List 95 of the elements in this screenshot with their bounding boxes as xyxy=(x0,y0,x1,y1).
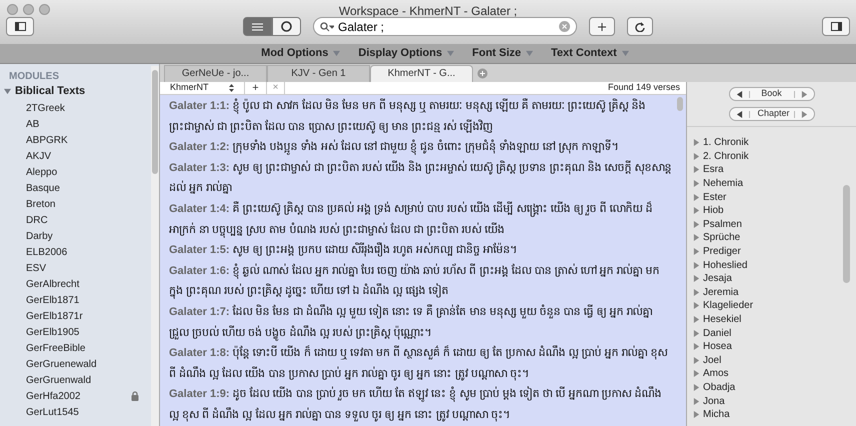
module-item[interactable]: ABPGRK xyxy=(26,132,68,148)
book-item[interactable]: 1. Chronik xyxy=(693,136,843,150)
window-control-icon[interactable] xyxy=(39,4,50,15)
previous-icon xyxy=(736,110,742,118)
module-item[interactable]: AB xyxy=(26,116,40,132)
module-item[interactable]: GerLut1545 xyxy=(26,404,79,420)
dropdown-icon xyxy=(333,50,340,57)
window-control-icon[interactable] xyxy=(7,4,18,15)
module-item[interactable]: GerElb1871r xyxy=(26,308,83,324)
module-item[interactable]: GerElb1871 xyxy=(26,292,80,308)
book-item[interactable]: Hosea xyxy=(693,340,843,354)
book-item[interactable]: Klagelieder xyxy=(693,299,843,313)
next-icon xyxy=(800,90,808,98)
module-item[interactable]: ELB2006 xyxy=(26,244,68,260)
book-item[interactable]: Obadja xyxy=(693,380,843,394)
module-item[interactable]: GerGruenwald xyxy=(26,372,92,388)
sidebar-toggle-button[interactable] xyxy=(822,17,850,36)
add-button[interactable] xyxy=(589,17,615,36)
dropdown-icon xyxy=(447,50,454,57)
book-item[interactable]: Psalmen xyxy=(693,218,843,232)
clear-icon[interactable] xyxy=(559,21,570,32)
refresh-icon xyxy=(635,22,645,32)
menu-item[interactable]: Text Context xyxy=(551,45,629,62)
search-icon xyxy=(320,22,334,32)
add-module-button[interactable]: + xyxy=(245,82,267,94)
next-icon xyxy=(800,110,808,118)
verse-text: Galater 1:2: ក្រុមទាំង បងប្អូន ទាំង អស់ ដែល នៅ ជាមួយ ខ្ញុំ ជូន ចំពោះ ក្រុមជំនុំ ទាំងឡាយ នៅ ស្រុក កាឡាទី។ xyxy=(169,138,620,157)
plus-icon xyxy=(598,22,606,30)
verse-text: Galater 1:9: ដូច ដែល យើង បាន ប្រាប់ រួច មក ហើយ តែ ឥឡូវ នេះ ខ្ញុំ សូម ប្រាប់ ម្ដង ទៀត ថា បើ អ្នកណា ប្រកាស ដំណឹង ល្អ ខុស ពី ដំណឹង ល្អ ដែល អ្នក រាល់គ្នា បាន ទទួល ចូរ ឲ្យ អ្នក នោះ ត្រូវ បណ្ដាសា ចុះ។ xyxy=(169,385,663,424)
module-item[interactable]: GerGruenewald xyxy=(26,356,97,372)
refresh-button[interactable] xyxy=(627,17,653,36)
book-item[interactable]: Esra xyxy=(693,163,843,177)
verse-text: Galater 1:6: ខ្ញុំ ឆ្ងល់ ណាស់ ដែល អ្នក រាល់គ្នា បែរ ចេញ យ៉ាង ឆាប់ រហ័ស ពី ព្រះអង្គ ដែល បាន ត្រាស់ ហៅ អ្នក រាល់គ្នា មក ក្នុង ព្រះគុណ របស់ ព្រះគ្រិស្ត ដូច្នេះ ហើយ ទៅ ឯ ដំណឹង ល្អ ផ្សេង ទៀត xyxy=(169,262,661,301)
dropdown-icon xyxy=(622,50,629,57)
module-item[interactable]: GerFreeBible xyxy=(26,340,86,356)
module-item[interactable]: Darby xyxy=(26,228,53,244)
book-item[interactable]: Jeremia xyxy=(693,286,843,300)
menu-item[interactable]: Display Options xyxy=(358,45,454,62)
book-item[interactable]: Nehemia xyxy=(693,176,843,190)
book-item[interactable]: Ester xyxy=(693,190,843,204)
tab[interactable]: GerNeUe - jo... xyxy=(164,65,267,82)
module-item[interactable]: DRC xyxy=(26,212,48,228)
window-control-icon[interactable] xyxy=(23,4,34,15)
module-select[interactable]: KhmerNT xyxy=(160,82,245,94)
book-item[interactable]: Joel xyxy=(693,354,843,368)
module-item[interactable]: ESV xyxy=(26,260,46,276)
verse-text: Galater 1:4: គឺ ព្រះយេស៊ូ គ្រិស្ត បាន ប្រគល់ អង្គ ទ្រង់ សម្រាប់ បាប របស់ យើង ដើម្បី សង្គ្រោះ យើង ឲ្យ រួច ពី លោកិយ ដ៏ អាក្រក់ នា បច្ចុប្បន្ន ស្រប តាម បំណង របស់ ព្រះជាម្ចាស់ ដែល ជា ព្រះបិតា របស់ យើង xyxy=(169,200,654,240)
add-tab-icon[interactable] xyxy=(477,68,488,79)
book-item[interactable]: Sprüche xyxy=(693,231,843,245)
scrollbar[interactable] xyxy=(151,66,159,426)
stepper-icon xyxy=(229,84,234,92)
book-item[interactable]: 2. Chronik xyxy=(693,150,843,164)
module-item[interactable]: AKJV xyxy=(26,148,52,164)
book-item[interactable]: Hoheslied xyxy=(693,258,843,272)
dropdown-icon xyxy=(526,50,534,57)
module-item[interactable]: Breton xyxy=(26,196,56,212)
view-toggle-button[interactable] xyxy=(243,17,272,36)
book-item[interactable]: Jona xyxy=(693,394,843,408)
book-item[interactable]: Hiob xyxy=(693,204,843,218)
magnifier-icon xyxy=(281,21,292,32)
verse-text: Galater 1:7: ដែល មិន មែន ជា ដំណឹង ល្អ មួយ ទៀត នោះ ទេ គឺ គ្រាន់តែ មាន មនុស្ស មួយ ចំនួន បាន ធ្វើ ឲ្យ អ្នក រាល់គ្នា ជ្រួល ច្របល់ ហើយ ចង់ បង្ខូច ដំណឹង ល្អ របស់ ព្រះគ្រិស្ត ប៉ុណ្ណោះ។ xyxy=(169,303,654,343)
sidebar-left-icon xyxy=(14,22,26,31)
verse-text: Galater 1:3: សូម ឲ្យ ព្រះជាម្ចាស់ ជា ព្រះបិតា របស់ យើង និង ព្រះអម្ចាស់ យេស៊ូ គ្រិស្ត ប្រទាន ព្រះគុណ និង សេចក្ដី សុខសាន្ត ដល់ អ្នក រាល់គ្នា xyxy=(169,160,672,196)
menu-item[interactable]: Font Size xyxy=(472,45,534,62)
module-item[interactable]: GerHfa2002 xyxy=(26,388,80,404)
tab[interactable]: KJV - Gen 1 xyxy=(267,65,370,82)
book-item[interactable]: Amos xyxy=(693,367,843,381)
chapter-stepper[interactable]: Chapter xyxy=(728,107,814,121)
window-title: Workspace - KhmerNT - Galater ; xyxy=(338,3,518,20)
sidebar-toggle-button[interactable] xyxy=(6,17,34,36)
sidebar-right-icon xyxy=(830,22,842,31)
status-text: Found 149 verses xyxy=(608,81,681,94)
list-icon xyxy=(252,22,263,30)
book-item[interactable]: Prediger xyxy=(693,244,843,258)
tree-group[interactable]: Biblical Texts xyxy=(0,83,151,100)
verse-text: Galater 1:5: សូម ឲ្យ ព្រះអង្គ ប្រកប ដោយ សិរីរុងរឿង រហូត អស់កល្ប ជានិច្ច អាម៉ែន។ xyxy=(169,241,518,258)
book-item[interactable]: Daniel xyxy=(693,326,843,340)
search-input[interactable]: Galater ; xyxy=(338,18,555,36)
menu-item[interactable]: Mod Options xyxy=(261,45,340,62)
verse-text: Galater 1:1: ខ្ញុំ ប៉ូល ជា សាវក ដែល មិន មែន មក ពី មនុស្ស ឬ តាមរយៈ មនុស្ស ឡើយ គឺ តាមរយៈ ព្រះយេស៊ូ គ្រិស្ត និង ព្រះជាម្ចាស់ ជា ព្រះបិតា ដែល បាន ប្រោស ព្រះយេស៊ូ ឲ្យ មាន ព្រះជន្ម រស់ ឡើងវិញ xyxy=(169,97,647,136)
book-item[interactable]: Hesekiel xyxy=(693,312,843,326)
module-item[interactable]: Basque xyxy=(26,180,60,196)
module-item[interactable]: Aleppo xyxy=(26,164,58,180)
book-stepper[interactable]: Book xyxy=(728,87,814,101)
module-item[interactable]: GerAlbrecht xyxy=(26,276,80,292)
module-item[interactable]: 2TGreek xyxy=(26,100,65,116)
view-toggle-button[interactable] xyxy=(272,17,301,36)
previous-icon xyxy=(736,90,742,98)
book-item[interactable]: Jesaja xyxy=(693,272,843,286)
module-item[interactable]: GerElb1905 xyxy=(26,324,80,340)
tab[interactable]: KhmerNT - G... xyxy=(370,65,473,82)
book-item[interactable]: Micha xyxy=(693,408,843,422)
sidebar-header: MODULES xyxy=(8,70,60,83)
search-box[interactable]: Galater ; xyxy=(313,17,577,36)
verse-text: Galater 1:8: ប៉ុន្ដែ ទោះបី យើង ក៏ ដោយ ឬ ទេវតា មក ពី ស្ថានសួគ៌ ក៏ ដោយ ឲ្យ តែ ប្រកាស ដំណឹង ល្អ ប្រាប់ អ្នក រាល់គ្នា ខុស ពី ដំណឹង ល្អ ដែល យើង បាន ប្រកាស ប្រាប់ អ្នក រាល់គ្នា ចូរ ឲ្យ អ្នក នោះ ត្រូវ បណ្ដាសា ចុះ។ xyxy=(169,344,669,382)
